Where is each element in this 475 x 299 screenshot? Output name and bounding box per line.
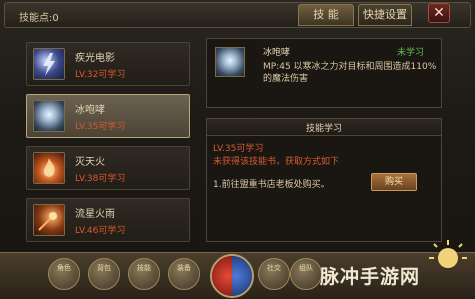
sun-logo-icon [429, 240, 467, 268]
menu-label-team: 组队 [299, 264, 313, 272]
skill-item-ice-roar[interactable]: 冰咆哮 LV.35可学习 [26, 94, 190, 138]
skill-requirement: LV.46可学习 [75, 226, 126, 236]
skill-item-meteor-rain[interactable]: 流星火雨 LV.46可学习 [26, 198, 190, 242]
skill-description: MP:45 以寒冰之力对目标和周围造成110%的魔法伤害 [263, 62, 437, 84]
learn-title-bar: 技能学习 [207, 119, 441, 136]
close-button[interactable]: ✕ [428, 3, 450, 23]
hp-half [212, 256, 232, 296]
skill-item-flash-lightning[interactable]: 疾光电影 LV.32可学习 [26, 42, 190, 86]
acquire-method: 1.前往盟重书店老板处购买。 [213, 180, 330, 190]
ice-roar-icon [33, 100, 65, 132]
required-level: LV.35可学习 [213, 144, 264, 154]
lightning-bolt-icon [33, 48, 65, 80]
menu-label-equipment: 装备 [177, 264, 191, 272]
skill-requirement: LV.38可学习 [75, 174, 126, 184]
fire-flame-icon [33, 152, 65, 184]
skill-learn-panel: 技能学习 LV.35可学习 未获得该技能书，获取方式如下 1.前往盟重书店老板处… [206, 118, 442, 242]
skill-name: 灭天火 [75, 157, 105, 168]
detail-skill-name: 冰咆哮 [263, 48, 291, 58]
not-obtained-note: 未获得该技能书，获取方式如下 [213, 157, 340, 167]
tab-quick-settings[interactable]: 快捷设置 [358, 4, 412, 26]
mp-half [232, 256, 252, 296]
skill-window: 技能点:0 技 能 快捷设置 ✕ 疾光电影 LV.32可学习 冰咆哮 LV.35… [0, 0, 475, 299]
close-icon: ✕ [433, 5, 445, 21]
skill-list: 疾光电影 LV.32可学习 冰咆哮 LV.35可学习 灭天火 LV.38可学习 … [22, 36, 200, 246]
buy-button[interactable]: 购买 [371, 173, 417, 191]
skill-detail-panel: 冰咆哮 未学习 MP:45 以寒冰之力对目标和周围造成110%的魔法伤害 [206, 38, 442, 108]
site-watermark: 脉冲手游网 [320, 266, 421, 288]
skill-points-label: 技能点:0 [19, 13, 59, 24]
skill-name: 流星火雨 [75, 209, 115, 220]
skill-requirement: LV.32可学习 [75, 70, 126, 80]
ice-roar-icon [215, 47, 245, 77]
menu-label-social: 社交 [267, 264, 281, 272]
menu-label-bag: 背包 [97, 264, 111, 272]
meteor-rain-icon [33, 204, 65, 236]
menu-label-skill: 技能 [137, 264, 151, 272]
menu-label-character: 角色 [57, 264, 71, 272]
learn-title: 技能学习 [305, 124, 342, 134]
skill-requirement: LV.35可学习 [75, 122, 126, 132]
tab-skills[interactable]: 技 能 [298, 4, 354, 26]
skill-item-sky-fire[interactable]: 灭天火 LV.38可学习 [26, 146, 190, 190]
skill-name: 疾光电影 [75, 53, 115, 64]
skill-name: 冰咆哮 [75, 105, 105, 116]
learn-status: 未学习 [397, 48, 425, 58]
hp-mp-orb-icon [210, 254, 254, 298]
